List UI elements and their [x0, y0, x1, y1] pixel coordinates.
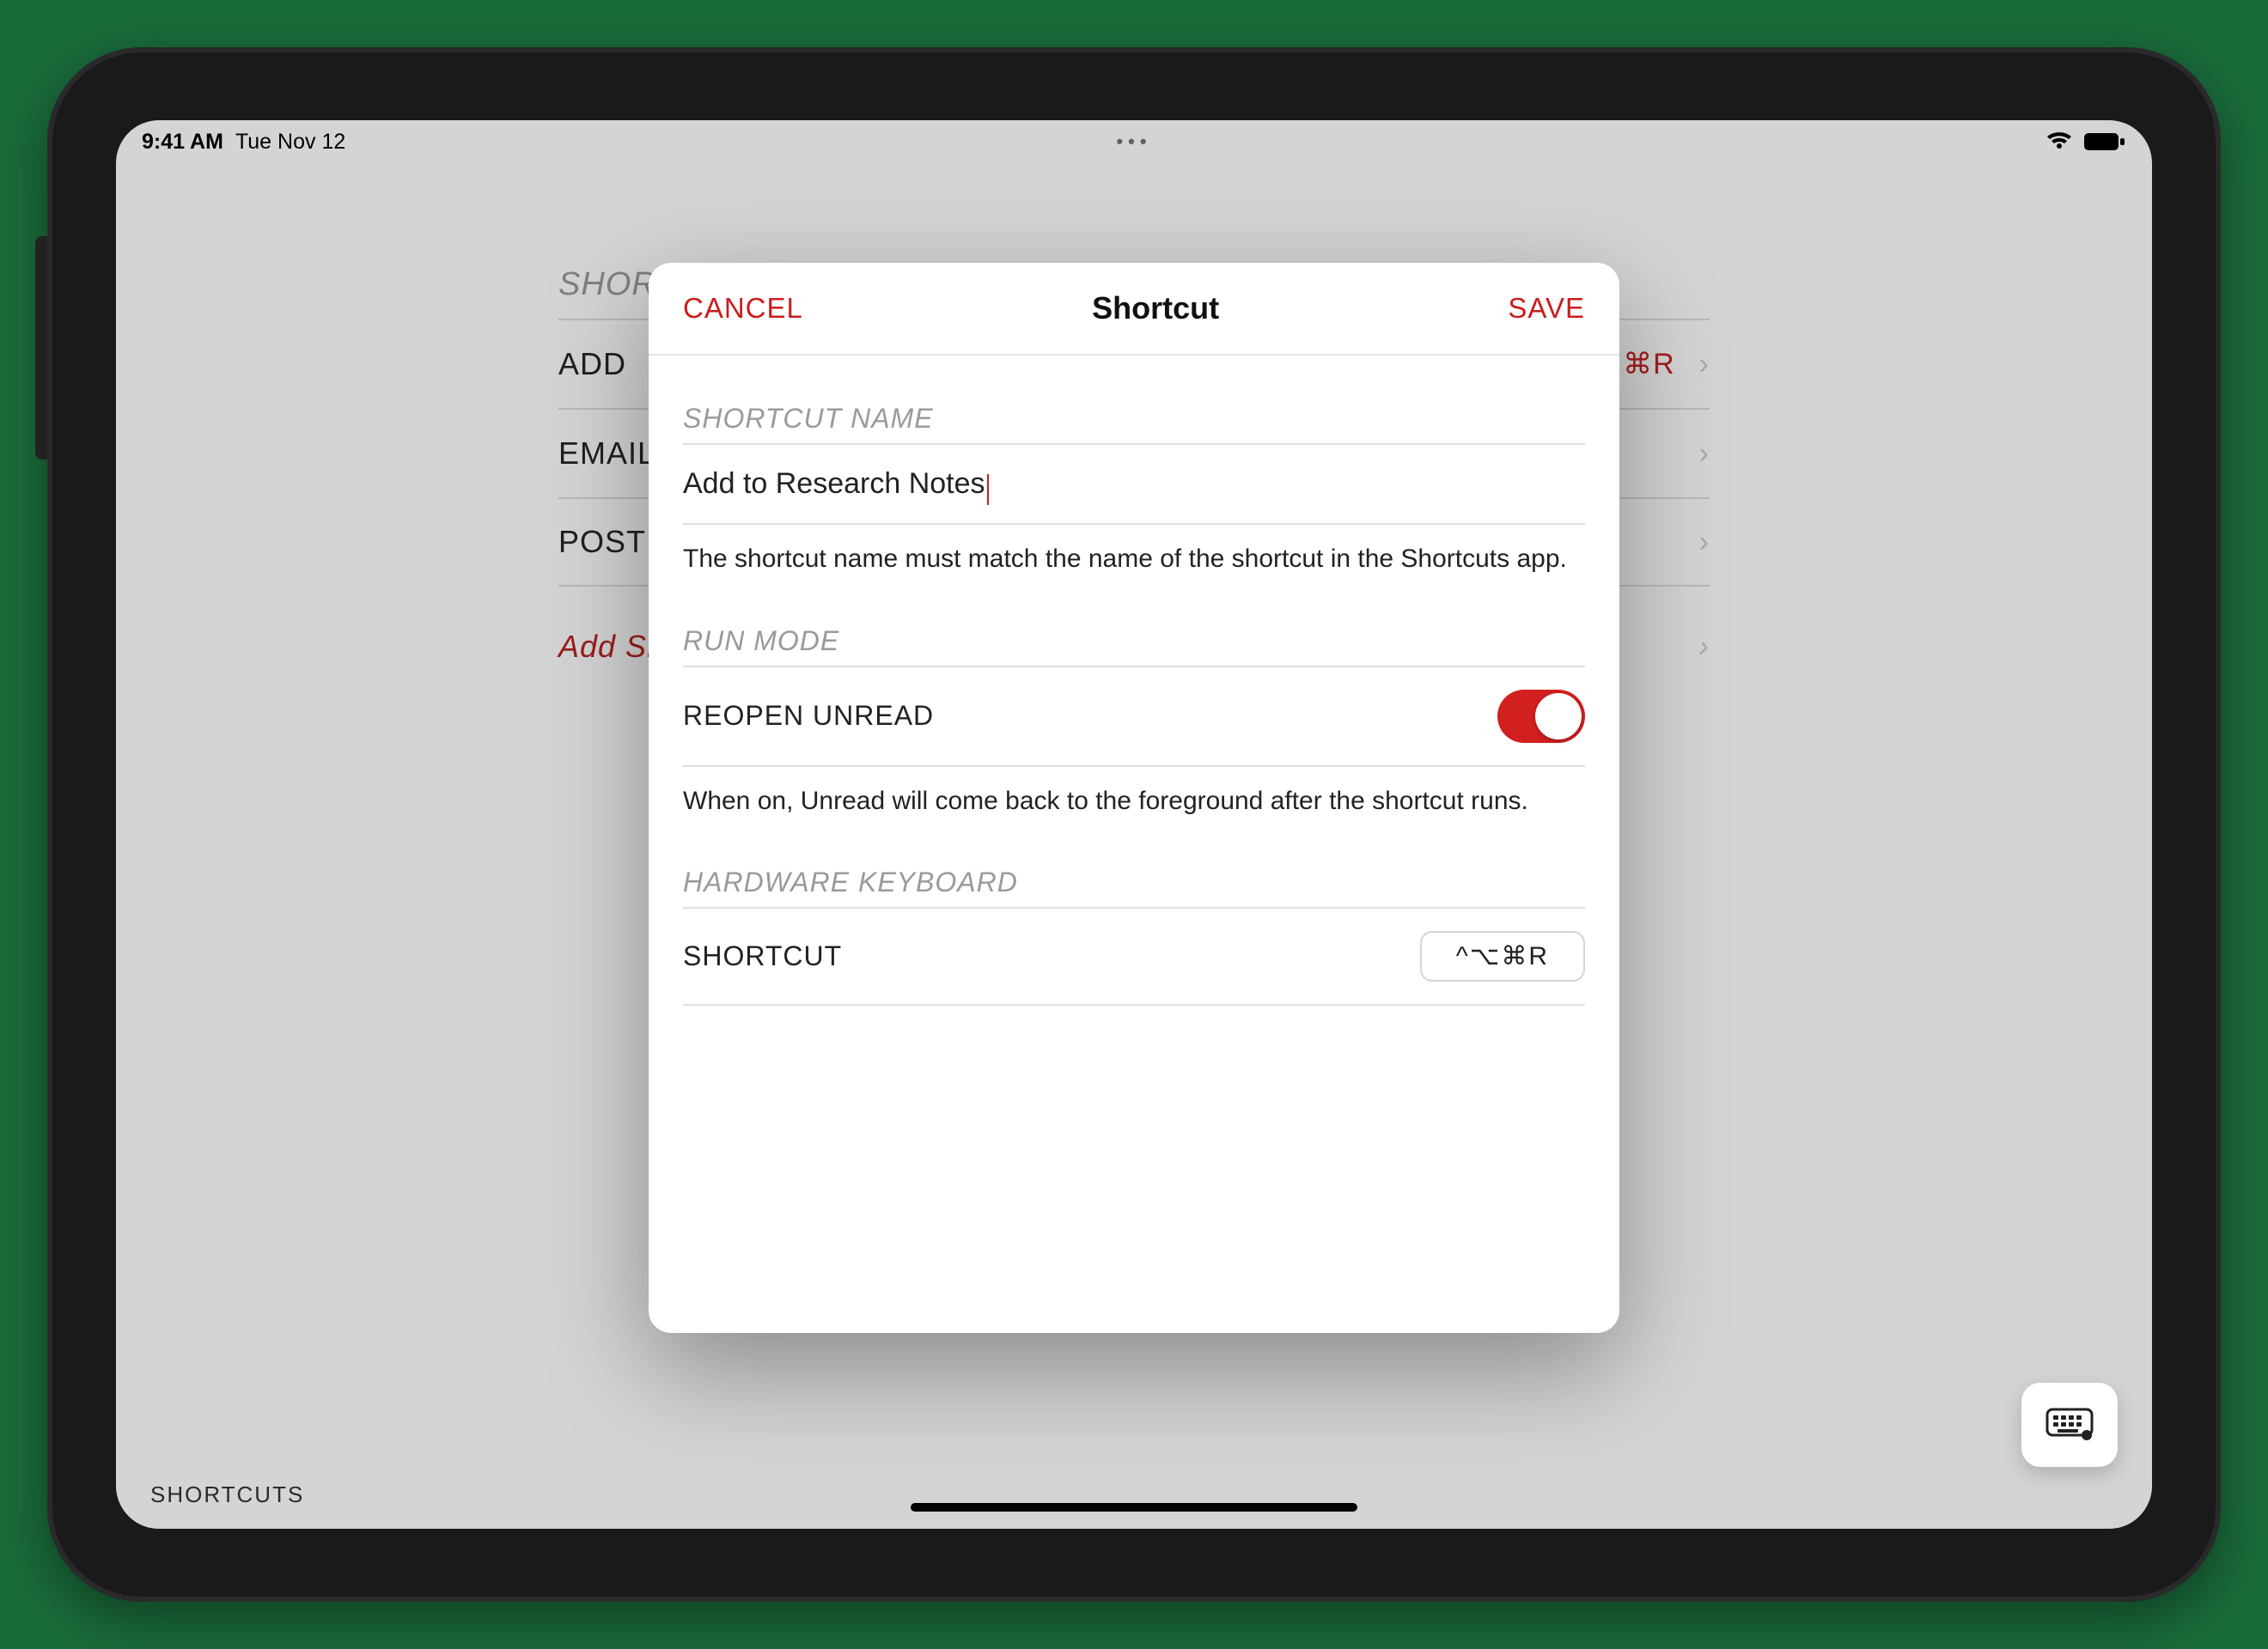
modal-title: Shortcut	[1092, 290, 1219, 326]
reopen-unread-toggle[interactable]	[1497, 690, 1585, 743]
modal-header: CANCEL Shortcut SAVE	[649, 263, 1619, 356]
shortcut-modal: CANCEL Shortcut SAVE SHORTCUT NAME The s…	[649, 263, 1619, 1333]
section-hardware-keyboard: HARDWARE KEYBOARD	[683, 867, 1585, 898]
ipad-frame: 9:41 AM Tue Nov 12 ••• SHORTCUTS ADD ⌘R	[47, 47, 2221, 1602]
modal-body: SHORTCUT NAME The shortcut name must mat…	[649, 356, 1619, 1333]
section-shortcut-name: SHORTCUT NAME	[683, 403, 1585, 435]
hardware-shortcut-label: SHORTCUT	[683, 940, 842, 972]
hardware-shortcut-field[interactable]: ^⌥⌘R	[1420, 931, 1585, 982]
cancel-button[interactable]: CANCEL	[683, 292, 803, 325]
save-button[interactable]: SAVE	[1508, 292, 1585, 325]
text-caret	[987, 474, 989, 505]
shortcut-name-help: The shortcut name must match the name of…	[683, 525, 1585, 578]
reopen-unread-row: REOPEN UNREAD	[683, 666, 1585, 767]
keyboard-button[interactable]	[2021, 1383, 2118, 1467]
footer-breadcrumb[interactable]: SHORTCUTS	[150, 1482, 304, 1508]
reopen-unread-label: REOPEN UNREAD	[683, 700, 934, 732]
reopen-unread-help: When on, Unread will come back to the fo…	[683, 767, 1585, 820]
shortcut-name-row[interactable]	[683, 443, 1585, 525]
keyboard-icon	[2045, 1406, 2094, 1445]
screen: 9:41 AM Tue Nov 12 ••• SHORTCUTS ADD ⌘R	[116, 120, 2152, 1529]
shortcut-name-input[interactable]	[683, 467, 989, 501]
hardware-shortcut-row: SHORTCUT ^⌥⌘R	[683, 907, 1585, 1006]
home-indicator[interactable]	[911, 1503, 1357, 1512]
section-run-mode: RUN MODE	[683, 625, 1585, 657]
toggle-knob	[1535, 693, 1582, 739]
